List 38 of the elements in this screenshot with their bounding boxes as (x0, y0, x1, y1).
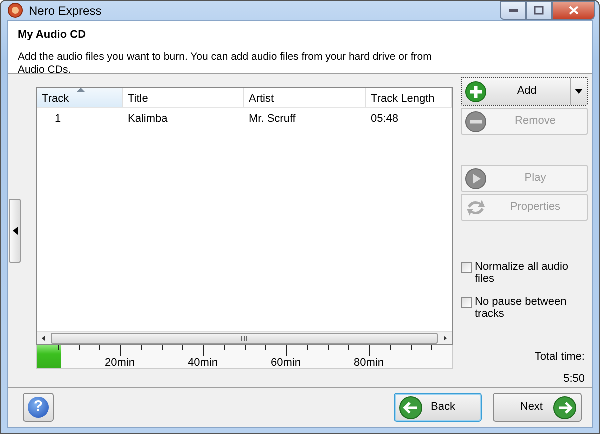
add-icon (465, 80, 487, 102)
scale-label: 60min (271, 356, 301, 371)
page-title: My Audio CD (18, 28, 88, 43)
checkbox-label[interactable]: No pause between tracks (475, 296, 588, 320)
collapse-handle[interactable] (9, 198, 21, 262)
dropdown-button[interactable] (570, 78, 587, 105)
collapse-arrow-icon (12, 226, 18, 234)
minimize-button[interactable] (500, 1, 526, 20)
total-time-label: Total time: (534, 350, 585, 365)
page-description: Add the audio files you want to burn. You can add audio files from your hard drive or from Audio CDs. (18, 50, 433, 76)
table-cell-text: Mr. Scruff (248, 112, 297, 126)
back-button[interactable]: Back (394, 393, 482, 422)
table-cell-text: Kalimba (127, 112, 169, 126)
scale-label: 20min (105, 356, 135, 371)
column-header[interactable]: Track (37, 88, 123, 107)
table-cell-text: 05:48 (370, 112, 400, 126)
add-button[interactable]: Add (462, 78, 570, 105)
caret-icon (575, 89, 584, 94)
horizontal-scrollbar[interactable] (37, 331, 452, 344)
next-button[interactable]: Next (493, 393, 582, 422)
checkbox[interactable] (461, 297, 472, 308)
close-button[interactable] (552, 1, 595, 20)
play-icon (465, 168, 487, 190)
scale-label: 40min (188, 356, 218, 371)
total-time-value: 5:50 (564, 372, 585, 386)
window-title: Nero Express (29, 2, 102, 20)
app-icon (8, 3, 23, 18)
checkbox-label[interactable]: Normalize all audio files (475, 261, 588, 285)
close-icon (568, 6, 578, 15)
remove-icon (465, 110, 487, 132)
scale-label: 80min (354, 356, 384, 371)
table-cell-text: 1 (54, 112, 62, 126)
minimize-icon (508, 9, 518, 12)
grip-icon (241, 336, 248, 340)
maximize-icon (534, 6, 544, 15)
checkbox[interactable] (461, 262, 472, 273)
maximize-button[interactable] (526, 1, 552, 20)
sort-arrow-icon (77, 88, 85, 93)
